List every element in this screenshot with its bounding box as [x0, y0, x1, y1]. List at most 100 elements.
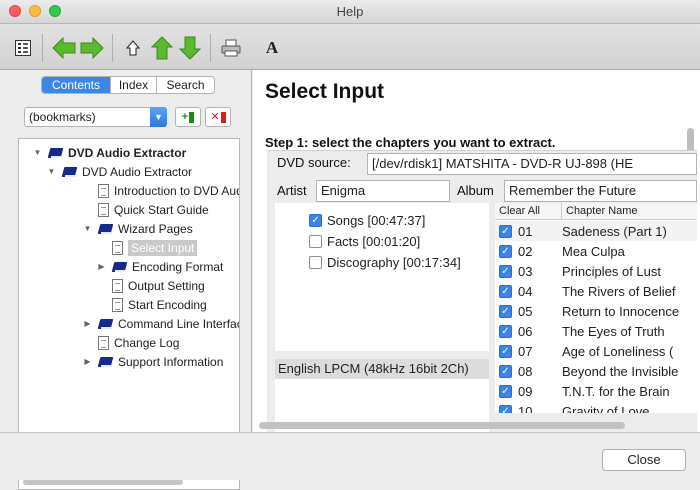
- checkbox-checked[interactable]: ✓: [499, 284, 512, 298]
- tree-item[interactable]: ▼ DVD Audio Extractor: [47, 162, 193, 181]
- chapter-name: Gravity of Love: [562, 403, 650, 414]
- checkbox-unchecked[interactable]: [309, 234, 322, 248]
- chapter-name: Sadeness (Part 1): [562, 223, 667, 239]
- font-icon[interactable]: A: [262, 36, 282, 60]
- album-label: Album: [457, 183, 494, 198]
- close-button[interactable]: Close: [602, 449, 686, 471]
- checkbox-checked[interactable]: ✓: [499, 224, 512, 238]
- chapter-number: 02: [518, 243, 533, 259]
- remove-bookmark-button[interactable]: ✕: [205, 107, 231, 127]
- chapter-row[interactable]: ✓ 10 Gravity of Love: [495, 401, 697, 413]
- chapter-name: T.N.T. for the Brain: [562, 383, 670, 399]
- tab-contents[interactable]: Contents: [42, 77, 110, 93]
- sidebar-tabs: Contents Index Search: [41, 76, 215, 94]
- chapter-number: 05: [518, 303, 533, 319]
- forward-arrow-icon[interactable]: [80, 36, 104, 60]
- book-icon: [48, 147, 63, 159]
- dvd-source-label: DVD source:: [277, 155, 351, 170]
- chapter-row[interactable]: ✓ 06 The Eyes of Truth: [495, 321, 697, 341]
- window-title: Help: [336, 4, 364, 19]
- title-checkbox-row[interactable]: ✓ Songs [00:47:37]: [309, 211, 425, 229]
- tree-item-label: Encoding Format: [132, 259, 224, 274]
- tree-item[interactable]: ▼ DVD Audio Extractor: [33, 143, 187, 162]
- add-bookmark-icon: +: [181, 111, 189, 123]
- tree-item[interactable]: Start Encoding: [97, 295, 207, 314]
- toolbar: A: [0, 24, 700, 70]
- artist-label: Artist: [277, 183, 307, 198]
- tree-item-label: Select Input: [128, 239, 198, 256]
- chapter-name-header[interactable]: Chapter Name: [561, 203, 638, 220]
- print-icon[interactable]: [220, 36, 242, 60]
- chapter-name: Return to Innocence: [562, 303, 680, 319]
- chapter-number: 03: [518, 263, 533, 279]
- chapter-row[interactable]: ✓ 03 Principles of Lust: [495, 261, 697, 281]
- remove-bookmark-icon: ✕: [210, 111, 220, 123]
- disclosure-open-icon[interactable]: ▼: [33, 148, 42, 157]
- page-icon: [98, 183, 109, 198]
- tree-item[interactable]: Introduction to DVD Audio: [83, 181, 240, 200]
- checkbox-checked[interactable]: ✓: [499, 324, 512, 338]
- checkbox-checked[interactable]: ✓: [499, 384, 512, 398]
- title-checkbox-row[interactable]: Discography [00:17:34]: [309, 253, 461, 271]
- content-horizontal-scrollbar[interactable]: [259, 422, 625, 429]
- checkbox-checked[interactable]: ✓: [499, 344, 512, 358]
- bookmarks-value: (bookmarks): [29, 110, 96, 124]
- title-checkbox-row[interactable]: Facts [00:01:20]: [309, 232, 420, 250]
- disclosure-closed-icon[interactable]: ▶: [97, 262, 106, 271]
- tree-item[interactable]: ▼ Wizard Pages: [83, 219, 193, 238]
- dvd-source-field[interactable]: [/dev/rdisk1] MATSHITA - DVD-R UJ-898 (H…: [367, 153, 697, 175]
- chapter-number: 01: [518, 223, 533, 239]
- page-icon: [112, 278, 123, 293]
- chapter-row[interactable]: ✓ 05 Return to Innocence: [495, 301, 697, 321]
- chapter-number: 08: [518, 363, 533, 379]
- book-icon: [62, 166, 77, 178]
- chapter-name: Beyond the Invisible: [562, 363, 679, 379]
- chapter-number: 04: [518, 283, 533, 299]
- chapter-table: Clear All Chapter Name ✓ 01 Sadeness (Part…: [495, 203, 697, 413]
- back-arrow-icon[interactable]: [52, 36, 76, 60]
- tree-item[interactable]: ▶ Support Information: [83, 352, 223, 371]
- checkbox-unchecked[interactable]: [309, 255, 322, 269]
- title-label: Songs [00:47:37]: [327, 212, 426, 228]
- chapter-row[interactable]: ✓ 04 The Rivers of Belief: [495, 281, 697, 301]
- tree-item-label: DVD Audio Extractor: [68, 145, 187, 160]
- chapter-row[interactable]: ✓ 09 T.N.T. for the Brain: [495, 381, 697, 401]
- chapter-row[interactable]: ✓ 08 Beyond the Invisible: [495, 361, 697, 381]
- checkbox-checked[interactable]: ✓: [309, 213, 322, 227]
- chapter-row[interactable]: ✓ 07 Age of Loneliness (: [495, 341, 697, 361]
- down-arrow-icon[interactable]: [178, 36, 202, 60]
- bookmarks-select[interactable]: (bookmarks) ▼: [24, 107, 167, 127]
- disclosure-closed-icon[interactable]: ▶: [83, 319, 92, 328]
- checkbox-checked[interactable]: ✓: [499, 404, 512, 413]
- disclosure-open-icon[interactable]: ▼: [83, 224, 92, 233]
- artist-field[interactable]: Enigma: [316, 180, 450, 202]
- tree-item[interactable]: Change Log: [83, 333, 179, 352]
- tree-item-label: Introduction to DVD Audio: [114, 183, 240, 198]
- clear-all-header[interactable]: Clear All: [499, 205, 540, 217]
- tree-item[interactable]: Select Input: [97, 238, 198, 257]
- tree-item-label: Output Setting: [128, 278, 205, 293]
- disclosure-open-icon[interactable]: ▼: [47, 167, 56, 176]
- tab-search[interactable]: Search: [156, 77, 214, 93]
- tree-item[interactable]: ▶ Encoding Format: [97, 257, 223, 276]
- up-arrow-icon[interactable]: [150, 36, 174, 60]
- tree-item[interactable]: Output Setting: [97, 276, 205, 295]
- checkbox-checked[interactable]: ✓: [499, 304, 512, 318]
- tree-item[interactable]: Quick Start Guide: [83, 200, 209, 219]
- tab-index[interactable]: Index: [110, 77, 156, 93]
- add-bookmark-button[interactable]: +: [175, 107, 201, 127]
- title-label: Facts [00:01:20]: [327, 233, 421, 249]
- checkbox-checked[interactable]: ✓: [499, 364, 512, 378]
- chapter-row[interactable]: ✓ 01 Sadeness (Part 1): [495, 221, 697, 241]
- audio-stream-item[interactable]: English LPCM (48kHz 16bit 2Ch): [275, 359, 489, 379]
- disclosure-closed-icon[interactable]: ▶: [83, 357, 92, 366]
- toc-icon[interactable]: [12, 36, 34, 60]
- home-icon[interactable]: [124, 36, 142, 60]
- album-field[interactable]: Remember the Future: [504, 180, 697, 202]
- chapter-name: Principles of Lust: [562, 263, 661, 279]
- checkbox-checked[interactable]: ✓: [499, 264, 512, 278]
- chapter-name: The Eyes of Truth: [562, 323, 665, 339]
- checkbox-checked[interactable]: ✓: [499, 244, 512, 258]
- tree-item[interactable]: ▶ Command Line Interface: [83, 314, 239, 333]
- chapter-row[interactable]: ✓ 02 Mea Culpa: [495, 241, 697, 261]
